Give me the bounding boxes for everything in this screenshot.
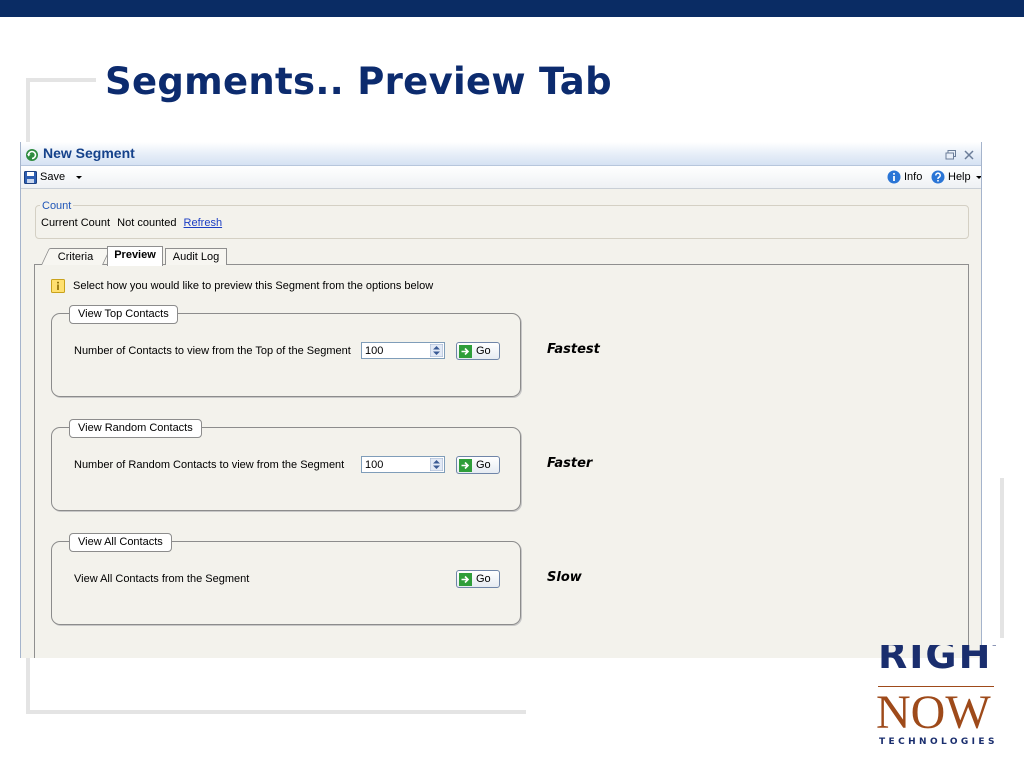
count-line: Current Count Not counted Refresh [41, 217, 222, 229]
tab-preview-label: Preview [114, 249, 156, 261]
random-contacts-input[interactable] [363, 457, 431, 472]
save-label: Save [40, 171, 66, 183]
chevron-down-icon [76, 176, 83, 179]
view-random-contacts-label: Number of Random Contacts to view from t… [74, 459, 345, 471]
chevron-down-icon [975, 176, 981, 179]
floppy-disk-icon [24, 170, 37, 184]
spinner-arrows-icon[interactable] [430, 344, 443, 357]
speed-label-faster: Faster [547, 456, 593, 471]
window-titlebar: New Segment [21, 142, 981, 166]
count-legend: Count [40, 200, 74, 212]
view-random-contacts-caption: View Random Contacts [69, 419, 202, 438]
top-contacts-stepper[interactable] [361, 342, 445, 359]
go-button-random-contacts[interactable]: Go [456, 456, 500, 474]
current-count-label: Current Count [41, 217, 111, 229]
go-label: Go [476, 573, 491, 585]
tab-criteria[interactable]: Criteria [41, 248, 111, 265]
top-contacts-input[interactable] [363, 343, 431, 358]
logo-word-right: RIGHT [878, 645, 996, 677]
info-icon [887, 170, 901, 184]
help-button[interactable]: Help [931, 169, 981, 185]
random-contacts-stepper[interactable] [361, 456, 445, 473]
tab-audit-log-label: Audit Log [172, 251, 220, 263]
current-count-value: Not counted [117, 217, 177, 229]
slide-title: Segments.. Preview Tab [105, 60, 612, 103]
help-icon [931, 170, 945, 184]
window-title: New Segment [43, 145, 135, 161]
help-label: Help [948, 171, 971, 183]
info-button[interactable]: Info [887, 169, 922, 185]
app-window: New Segment Save Info Help Count Current… [20, 142, 982, 658]
logo-word-now: NOW [876, 686, 991, 739]
arrow-right-icon [459, 572, 472, 586]
arrow-right-icon [459, 344, 472, 358]
save-button[interactable]: Save [24, 169, 84, 185]
speed-label-slow: Slow [547, 570, 582, 585]
spinner-arrows-icon[interactable] [430, 458, 443, 471]
info-notice-icon [51, 279, 65, 293]
info-label: Info [904, 171, 923, 183]
view-top-contacts-label: Number of Contacts to view from the Top … [74, 345, 351, 357]
logo-word-technologies: TECHNOLOGIES [879, 737, 996, 747]
view-all-contacts-label: View All Contacts from the Segment [74, 573, 250, 585]
go-label: Go [476, 345, 491, 357]
tab-preview[interactable]: Preview [107, 246, 163, 266]
view-all-contacts-caption: View All Contacts [69, 533, 172, 552]
go-button-all-contacts[interactable]: Go [456, 570, 500, 588]
refresh-circle-icon [26, 149, 38, 161]
close-icon[interactable] [963, 149, 975, 161]
go-label: Go [476, 459, 491, 471]
speed-label-fastest: Fastest [547, 342, 600, 357]
toolbar: Save Info Help [21, 166, 981, 189]
restore-window-icon[interactable] [945, 149, 957, 161]
preview-info-text: Select how you would like to preview thi… [73, 280, 434, 292]
refresh-link[interactable]: Refresh [184, 217, 223, 229]
go-button-top-contacts[interactable]: Go [456, 342, 500, 360]
tab-criteria-label: Criteria [58, 251, 94, 263]
rightnow-logo: RIGHT NOW TECHNOLOGIES [876, 645, 996, 755]
view-top-contacts-caption: View Top Contacts [69, 305, 178, 324]
arrow-right-icon [459, 458, 472, 472]
preview-info-row: Select how you would like to preview thi… [51, 279, 433, 293]
slide-top-bar [0, 0, 1024, 17]
tab-audit-log[interactable]: Audit Log [165, 248, 227, 265]
